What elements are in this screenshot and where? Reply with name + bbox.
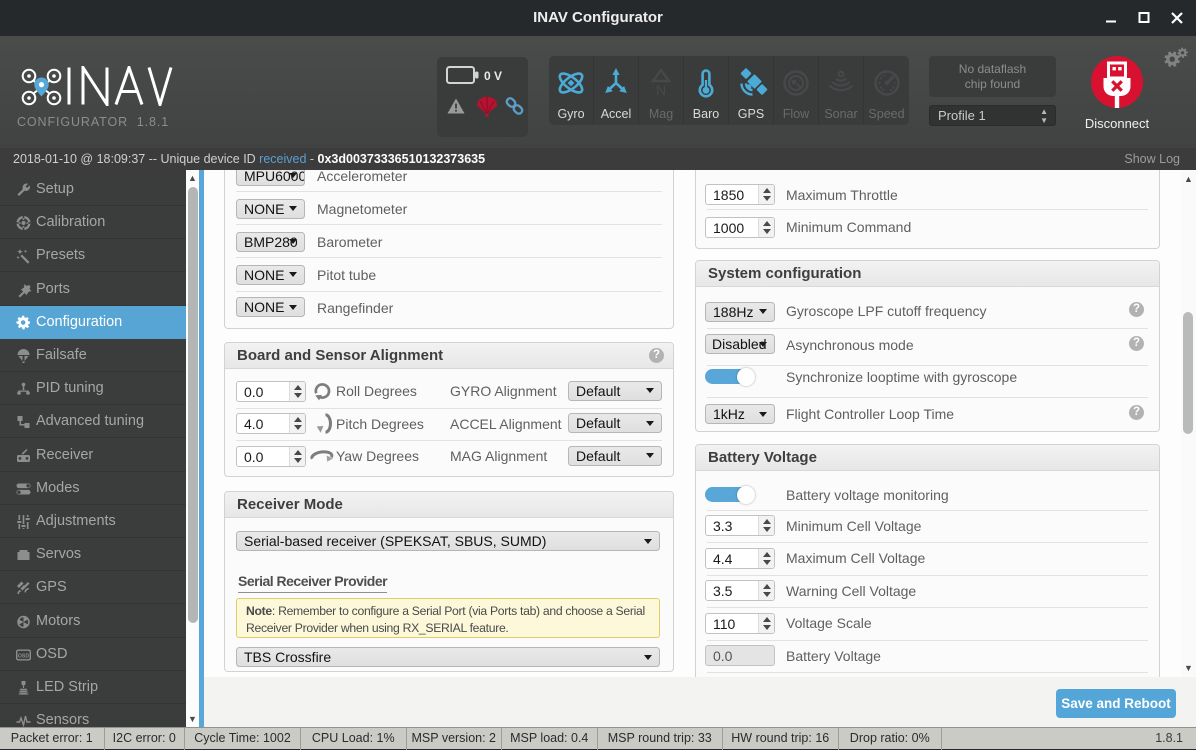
svg-text:N: N: [656, 82, 666, 98]
svg-text:OSD: OSD: [18, 653, 29, 659]
